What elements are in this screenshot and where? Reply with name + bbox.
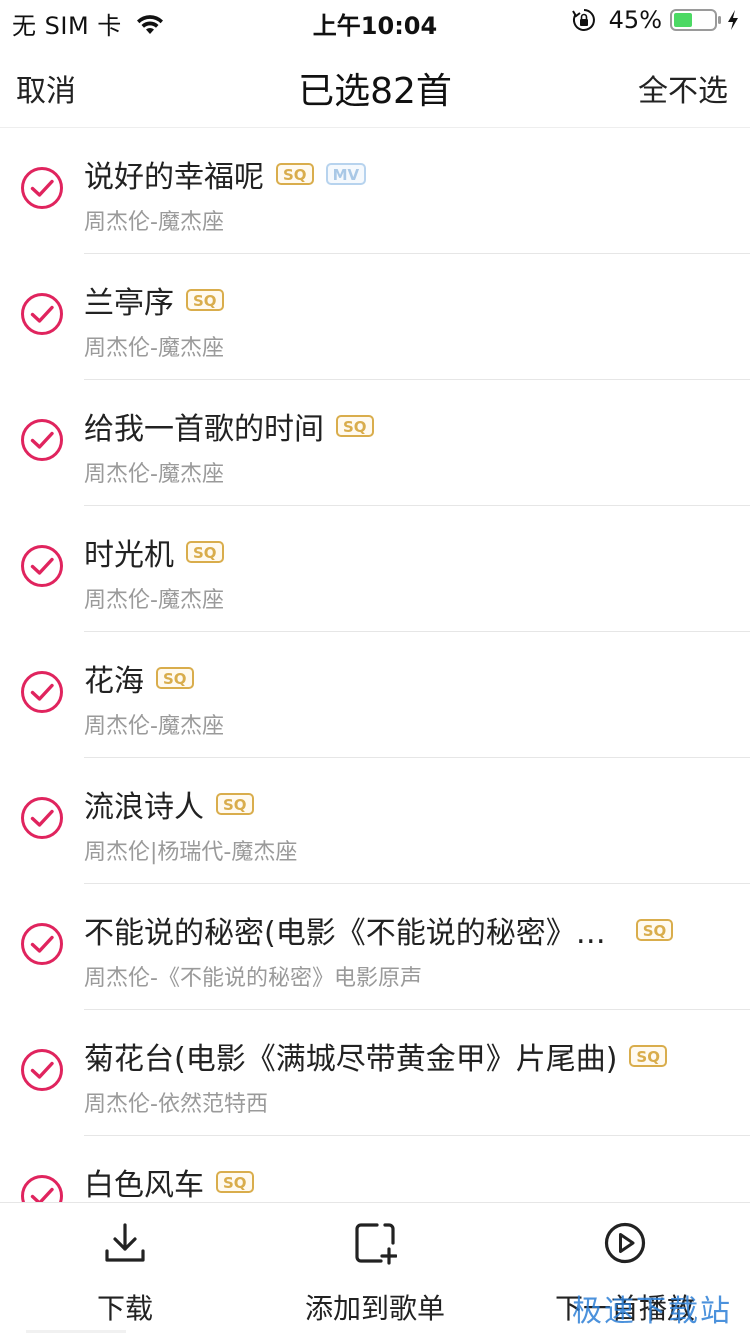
home-indicator [26,1330,126,1333]
sq-badge: SQ [156,667,194,689]
sq-badge: SQ [216,793,254,815]
song-artist-album: 周杰伦|杨瑞代-魔杰座 [84,840,298,865]
song-title-line: 菊花台(电影《满城尽带黄金甲》片尾曲) SQ [84,1034,667,1078]
song-title-line: 说好的幸福呢 SQ MV [84,152,367,196]
song-row[interactable]: 白色风车 SQ [0,1136,750,1202]
status-bar: 无 SIM 卡 上午10:04 45% [0,0,750,40]
song-title-line: 兰亭序 SQ [84,278,224,322]
song-artist-album: 周杰伦-《不能说的秘密》电影原声 [84,966,422,991]
song-title: 说好的幸福呢 [84,160,264,195]
sq-badge: SQ [186,289,224,311]
song-title-line: 流浪诗人 SQ [84,782,254,826]
song-row[interactable]: 不能说的秘密(电影《不能说的秘密》… SQ 周杰伦-《不能说的秘密》电影原声 [0,884,750,1010]
song-title-line: 时光机 SQ [84,530,224,574]
download-icon [105,1223,145,1262]
song-title: 兰亭序 [84,286,174,321]
battery-percent: 45% [608,6,662,34]
checked-circle-icon[interactable] [20,1048,64,1092]
song-artist-album: 周杰伦-魔杰座 [84,588,224,613]
battery-icon [670,9,721,31]
checked-circle-icon[interactable] [20,670,64,714]
song-row[interactable]: 流浪诗人 SQ 周杰伦|杨瑞代-魔杰座 [0,758,750,884]
song-row[interactable]: 花海 SQ 周杰伦-魔杰座 [0,632,750,758]
sq-badge: SQ [216,1171,254,1193]
song-info: 说好的幸福呢 SQ MV 周杰伦-魔杰座 [84,128,750,254]
checked-circle-icon[interactable] [20,292,64,336]
sq-badge: SQ [336,415,374,437]
charging-bolt-icon [728,10,738,30]
mv-badge: MV [325,163,367,185]
play-circle-icon [604,1222,646,1264]
download-button[interactable]: 下载 [0,1203,250,1334]
song-title: 时光机 [84,538,174,573]
song-title: 菊花台(电影《满城尽带黄金甲》片尾曲) [84,1042,618,1077]
song-artist-album: 周杰伦-魔杰座 [84,462,224,487]
song-row[interactable]: 时光机 SQ 周杰伦-魔杰座 [0,506,750,632]
sq-badge: SQ [635,919,674,941]
song-info: 兰亭序 SQ 周杰伦-魔杰座 [84,254,750,380]
song-info: 花海 SQ 周杰伦-魔杰座 [84,632,750,758]
song-list[interactable]: 说好的幸福呢 SQ MV 周杰伦-魔杰座 兰亭序 SQ 周杰伦-魔杰座 给我一首歌的时间 SQ 周… [0,128,750,1202]
rotation-lock-icon [571,9,595,31]
song-title-line: 给我一首歌的时间 SQ [84,404,374,448]
song-title: 花海 [84,664,144,699]
song-row[interactable]: 说好的幸福呢 SQ MV 周杰伦-魔杰座 [0,128,750,254]
download-label: 下载 [96,1292,153,1325]
song-title: 白色风车 [84,1168,204,1202]
deselect-all-button[interactable]: 全不选 [638,66,728,110]
watermark: 极速下载站 [572,1294,732,1329]
song-artist-album: 周杰伦-魔杰座 [84,210,224,235]
screen: 无 SIM 卡 上午10:04 45% 取消 已选82首 全不选 说好的幸福呢 … [0,0,750,1334]
song-artist-album: 周杰伦-魔杰座 [84,336,224,361]
song-title-line: 花海 SQ [84,656,194,700]
checked-circle-icon[interactable] [20,418,64,462]
add-to-playlist-button[interactable]: 添加到歌单 [250,1203,500,1334]
checked-circle-icon[interactable] [20,796,64,840]
song-info: 流浪诗人 SQ 周杰伦|杨瑞代-魔杰座 [84,758,750,884]
song-title: 不能说的秘密(电影《不能说的秘密》… [84,916,606,951]
status-right: 45% [571,6,740,34]
song-info: 不能说的秘密(电影《不能说的秘密》… SQ 周杰伦-《不能说的秘密》电影原声 [84,884,750,1010]
song-info: 时光机 SQ 周杰伦-魔杰座 [84,506,750,632]
add-to-playlist-icon [355,1223,397,1265]
sq-badge: SQ [276,163,314,185]
song-info: 白色风车 SQ [84,1136,750,1202]
song-info: 菊花台(电影《满城尽带黄金甲》片尾曲) SQ 周杰伦-依然范特西 [84,1010,750,1136]
sq-badge: SQ [629,1045,667,1067]
add-to-playlist-label: 添加到歌单 [304,1292,445,1325]
song-title: 给我一首歌的时间 [84,412,324,447]
song-row[interactable]: 给我一首歌的时间 SQ 周杰伦-魔杰座 [0,380,750,506]
song-info: 给我一首歌的时间 SQ 周杰伦-魔杰座 [84,380,750,506]
song-title-line: 不能说的秘密(电影《不能说的秘密》… SQ [84,908,674,952]
song-title-line: 白色风车 SQ [84,1160,254,1202]
checked-circle-icon[interactable] [20,544,64,588]
checked-circle-icon[interactable] [20,922,64,966]
song-artist-album: 周杰伦-魔杰座 [84,714,224,739]
sq-badge: SQ [186,541,224,563]
song-title: 流浪诗人 [84,790,204,825]
song-row[interactable]: 兰亭序 SQ 周杰伦-魔杰座 [0,254,750,380]
checked-circle-icon[interactable] [20,166,64,210]
song-artist-album: 周杰伦-依然范特西 [84,1092,268,1117]
song-row[interactable]: 菊花台(电影《满城尽带黄金甲》片尾曲) SQ 周杰伦-依然范特西 [0,1010,750,1136]
checked-circle-icon[interactable] [20,1174,64,1202]
nav-bar: 取消 已选82首 全不选 [0,40,750,128]
